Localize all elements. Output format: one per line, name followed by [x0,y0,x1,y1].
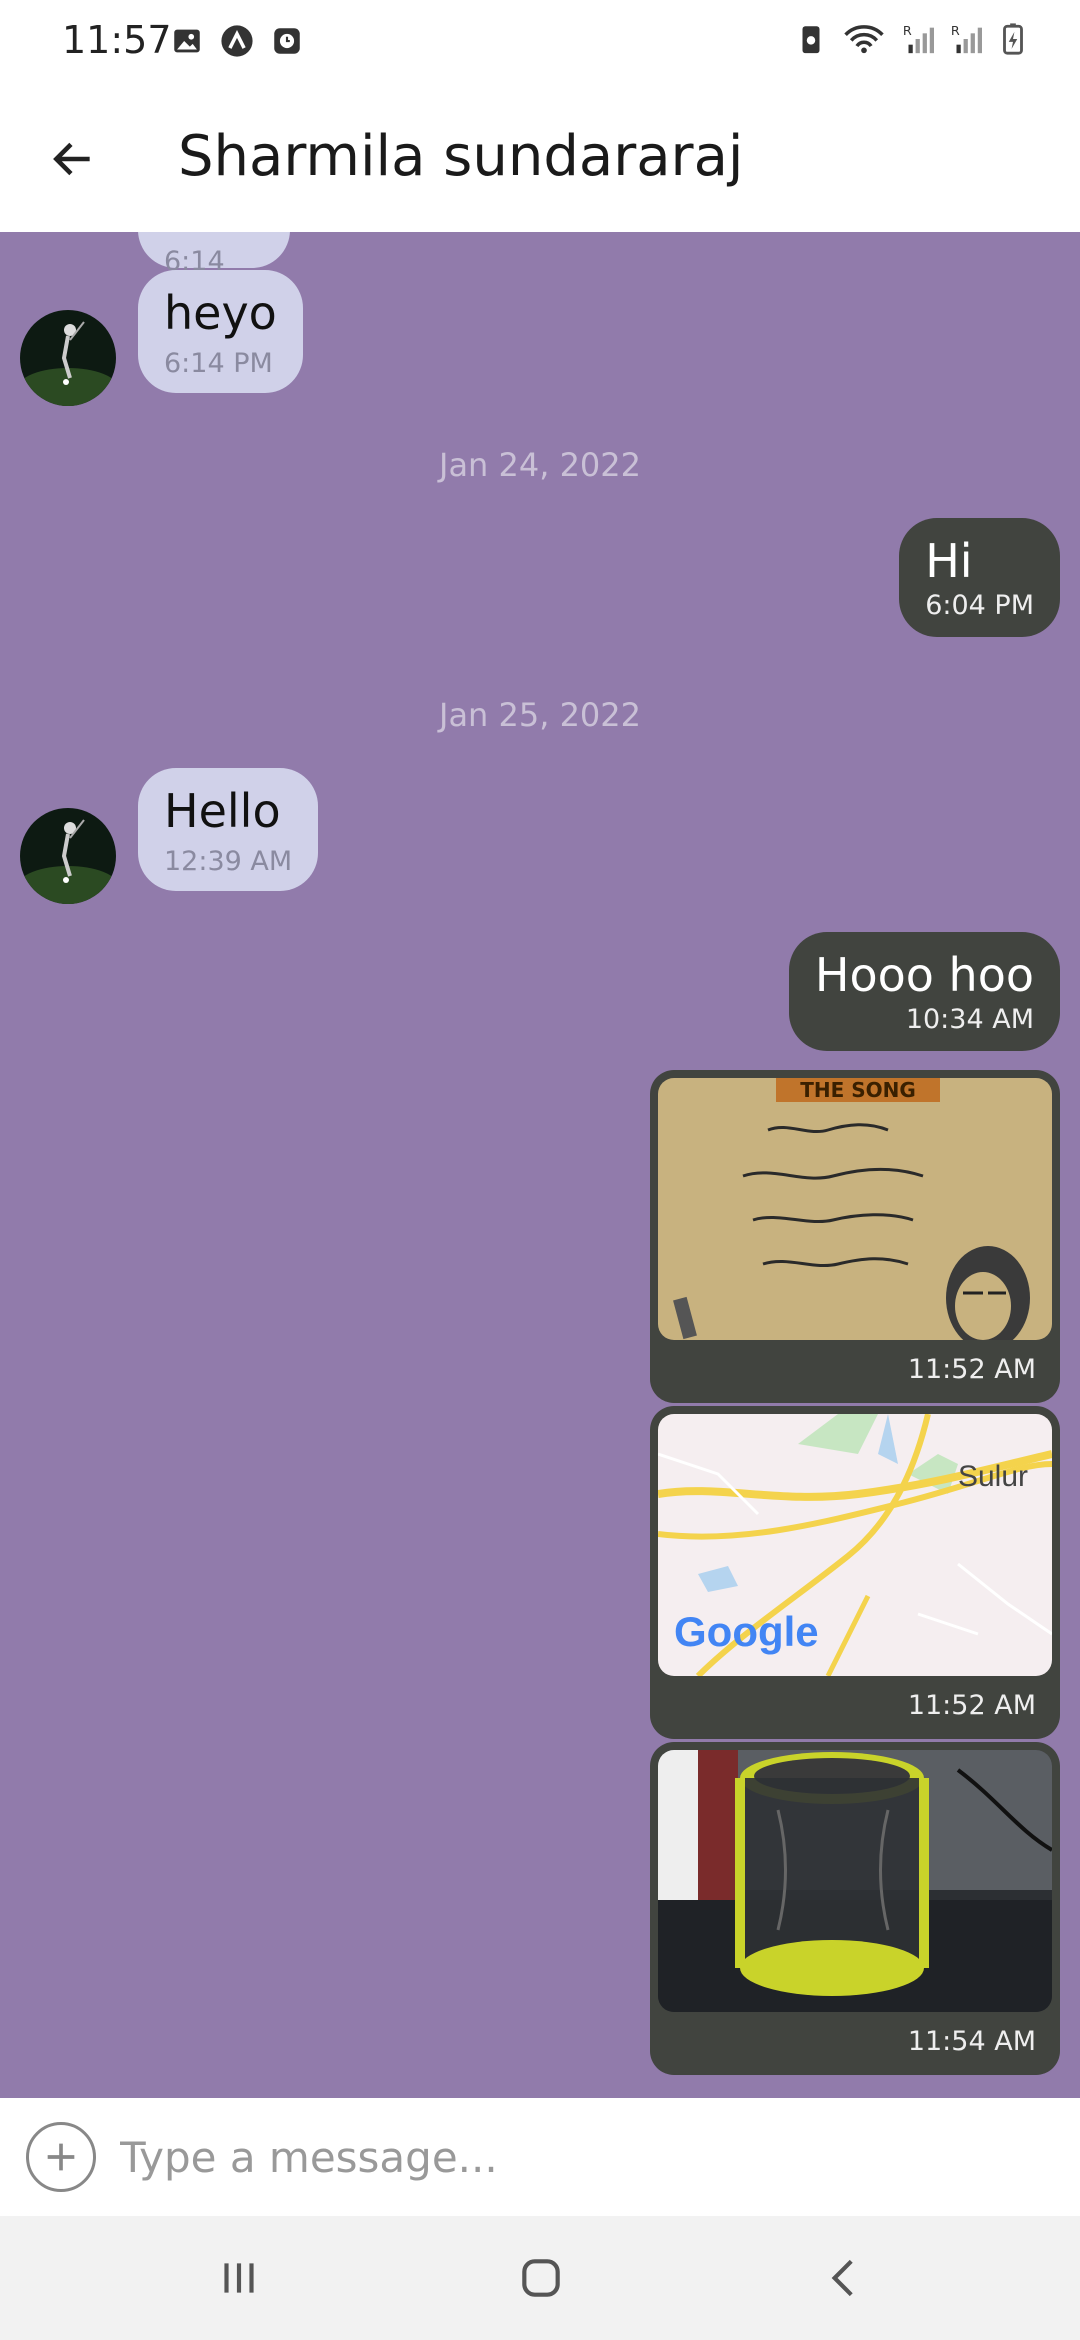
home-icon [522,2259,560,2297]
status-system-icons: R R [794,22,1030,56]
song-poster-image[interactable]: THE SONG [658,1078,1052,1340]
message-bubble-incoming[interactable]: Hello 12:39 AM [138,768,319,891]
recent-apps-button[interactable] [194,2246,284,2310]
message-bubble-outgoing[interactable]: Hi 6:04 PM [899,518,1060,637]
app-bar: Sharmila sundararaj [0,84,1080,232]
chat-area[interactable]: 6:14 PM heyo 6:14 PM Jan 24, 2022 Hi 6:0… [0,232,1080,2098]
status-notification-icons [170,24,304,58]
image-message[interactable]: THE SONG 11:52 AM [650,1070,1060,1403]
avatar-golfer-image [20,310,116,406]
recent-apps-icon [224,2263,254,2293]
message-bubble-outgoing[interactable]: Hooo hoo 10:34 AM [788,932,1060,1051]
speaker-photo-image[interactable] [658,1750,1052,2012]
svg-text:R: R [951,24,960,39]
image-message[interactable]: 11:54 AM [650,1742,1060,2075]
message-time: 11:54 AM [907,2026,1036,2057]
avatar[interactable] [20,808,116,904]
clock-app-icon [274,28,300,54]
message-composer [0,2098,1080,2216]
back-button[interactable] [38,124,108,194]
arrow-left-icon [53,142,90,176]
message-input[interactable] [120,2120,1020,2194]
conversation-title: Sharmila sundararaj [178,124,744,189]
chevron-left-icon [831,2259,853,2297]
plus-icon [47,2143,75,2171]
date-separator: Jan 24, 2022 [439,446,641,484]
message-time: 12:39 AM [164,846,293,877]
battery-saver-icon [802,26,820,54]
battery-charging-icon [1003,23,1023,55]
message-bubble-incoming-partial[interactable]: 6:14 PM [138,232,290,308]
app-a-icon [221,25,253,57]
wifi-icon [844,25,884,54]
status-bar: 11:57 R R [0,0,1080,84]
home-button[interactable] [496,2246,586,2310]
message-time: 11:52 AM [907,1354,1036,1385]
signal-icon-1: R [903,24,934,54]
status-time: 11:57 [62,18,172,62]
system-back-button[interactable] [800,2246,890,2310]
avatar-golfer-image [20,808,116,904]
google-logo: Google [674,1608,819,1655]
message-text: Hello [164,784,281,838]
system-nav-bar [0,2216,1080,2340]
map-place-label: Sulur [957,1460,1028,1493]
speaker-photo [658,1750,1052,2012]
gallery-icon [174,29,200,53]
map-snapshot-image[interactable]: Sulur Google [658,1414,1052,1676]
date-separator: Jan 25, 2022 [439,696,641,734]
image-message[interactable]: Sulur Google 11:52 AM [650,1406,1060,1739]
message-bubble-incoming[interactable]: heyo 6:14 PM [138,270,303,393]
message-time: 6:04 PM [925,590,1034,621]
svg-text:R: R [903,24,912,39]
message-text: Hi [925,534,973,588]
message-text: heyo [164,286,277,340]
poster-artwork [673,1123,1030,1340]
add-attachment-button[interactable] [26,2122,96,2192]
message-text: Hooo hoo [814,948,1034,1002]
message-time: 11:52 AM [907,1690,1036,1721]
message-time: 10:34 AM [905,1004,1034,1035]
message-time: 6:14 PM [164,348,273,379]
signal-icon-2: R [951,24,982,54]
avatar[interactable] [20,310,116,406]
